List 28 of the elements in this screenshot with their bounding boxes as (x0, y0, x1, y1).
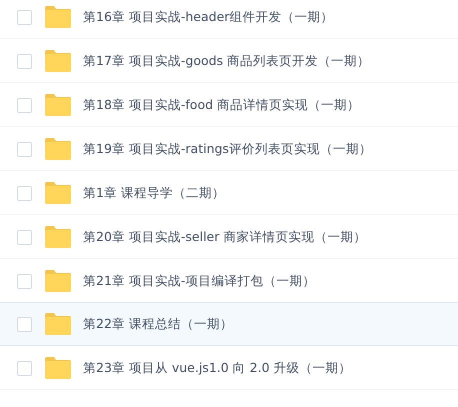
checkbox[interactable] (17, 274, 32, 288)
folder-name[interactable]: 第17章 项目实战-goods 商品列表页开发（一期） (83, 52, 370, 70)
folder-row[interactable]: 第22章 课程总结（一期） (0, 302, 458, 346)
folder-icon (45, 357, 71, 379)
folder-name[interactable]: 第23章 项目从 vue.js1.0 向 2.0 升级（一期） (83, 360, 352, 376)
folder-name[interactable]: 第1章 课程导学（二期） (83, 184, 225, 202)
folder-name[interactable]: 第21章 项目实战-项目编译打包（一期） (83, 272, 316, 290)
checkbox[interactable] (17, 54, 32, 68)
folder-icon (45, 270, 71, 292)
folder-name[interactable]: 第16章 项目实战-header组件开发（一期） (83, 8, 334, 26)
folder-name[interactable]: 第22章 课程总结（一期） (83, 316, 233, 332)
checkbox[interactable] (17, 186, 32, 200)
checkbox[interactable] (17, 360, 32, 376)
folder-name[interactable]: 第18章 项目实战-food 商品详情页实现（一期） (83, 96, 360, 114)
folder-icon (45, 313, 71, 335)
checkbox[interactable] (17, 10, 32, 24)
folder-name[interactable]: 第20章 项目实战-seller 商家详情页实现（一期） (83, 228, 366, 246)
folder-icon (45, 94, 71, 116)
checkbox[interactable] (17, 142, 32, 156)
folder-icon (45, 182, 71, 204)
checkbox[interactable] (17, 316, 32, 332)
folder-icon (45, 226, 71, 248)
checkbox[interactable] (17, 98, 32, 112)
folder-icon (45, 50, 71, 72)
folder-icon (45, 138, 71, 160)
folder-icon (45, 6, 71, 28)
folder-name[interactable]: 第19章 项目实战-ratings评价列表页实现（一期） (83, 140, 372, 158)
checkbox[interactable] (17, 230, 32, 244)
